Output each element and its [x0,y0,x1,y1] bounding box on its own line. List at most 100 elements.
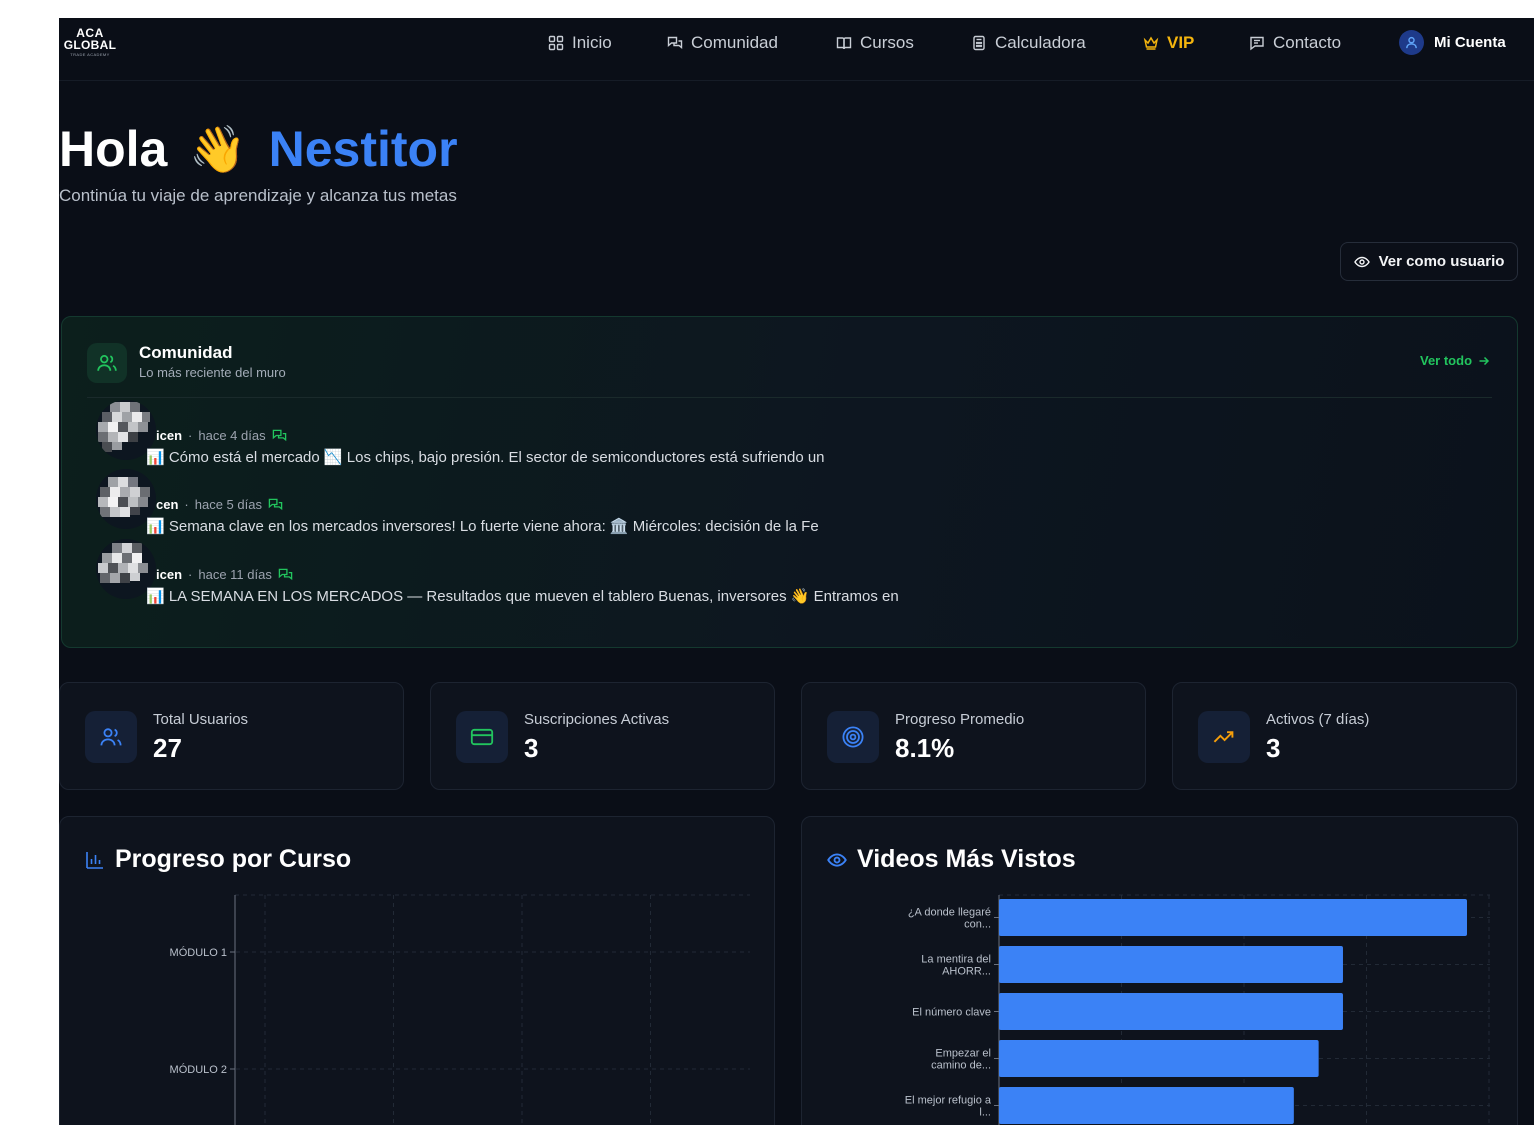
message-icon [1250,36,1264,51]
post-meta: cen · hace 5 días [156,497,283,512]
community-title: Comunidad [139,343,233,362]
page-subtitle: Continúa tu viaje de aprendizaje y alcan… [59,186,457,205]
post-author: icen [156,567,183,582]
page-title: Hola 👋 Nestitor [59,120,458,178]
stat-label: Activos (7 días) [1266,711,1370,728]
eye-icon [1353,256,1370,267]
stat-card-total-users: Total Usuarios 27 [59,682,404,790]
card-title-text: Videos Más Vistos [857,845,1076,873]
calculator-icon [973,35,985,51]
post-text: 📊 Cómo está el mercado 📉 Los chips, bajo… [146,449,825,466]
card-title: Progreso por Curso [85,845,351,874]
grid-icon [548,35,564,51]
waving-hand-icon: 👋 [189,122,247,175]
nav-item-calculadora[interactable]: Calculadora [971,32,1086,54]
nav-item-inicio[interactable]: Inicio [548,32,612,54]
book-icon [836,37,852,50]
post-text: 📊 Semana clave en los mercados inversore… [146,518,819,535]
nav-item-label: Comunidad [691,33,778,52]
eye-icon [827,852,847,867]
community-post[interactable]: icen · hace 11 días 📊 LA SEMANA EN LOS M… [96,539,1396,605]
meta-separator: · [184,497,189,512]
divider [87,397,1492,398]
user-icon [1399,29,1424,55]
y-tick-label: AHORR... [942,966,991,978]
stat-value: 3 [524,733,539,763]
view-as-user-label: Ver como usuario [1378,253,1505,270]
stat-card-active-7-days: Activos (7 días) 3 [1172,682,1517,790]
y-tick-label: camino de... [931,1060,991,1072]
crown-icon [1143,36,1159,50]
y-tick-label: El número clave [912,1007,991,1019]
view-as-user-button[interactable]: Ver como usuario [1340,242,1518,281]
post-author: cen [156,497,179,512]
y-tick-label: MÓDULO 2 [170,1063,227,1076]
logo-line3: TRADE ACADEMY [70,52,110,57]
y-tick-label: Empezar el [935,1048,991,1060]
arrow-right-icon [1479,356,1490,365]
post-meta: icen · hace 11 días [156,567,293,582]
post-author: icen [156,428,183,443]
credit-card-icon [456,711,508,763]
nav-item-comunidad[interactable]: Comunidad [667,32,778,54]
nav-item-contacto[interactable]: Contacto [1249,32,1341,54]
app-window: ACA GLOBAL TRADE ACADEMY Inicio Comunida… [59,18,1534,1125]
users-icon [85,711,137,763]
comment-icon [278,568,293,581]
y-tick-label: El mejor refugio a [905,1095,992,1107]
y-tick-label: con... [964,919,991,931]
nav-item-label: Cursos [860,33,914,52]
account-label: Mi Cuenta [1434,33,1506,51]
nav-item-vip[interactable]: VIP [1143,32,1194,54]
post-meta: icen · hace 4 días [156,428,287,443]
card-title: Videos Más Vistos [827,845,1076,874]
navbar: ACA GLOBAL TRADE ACADEMY Inicio Comunida… [59,18,1534,81]
community-subtitle: Lo más reciente del muro [139,365,286,380]
y-tick-label: La mentira del [921,954,991,966]
bar [999,1040,1319,1077]
stat-value: 3 [1266,733,1281,763]
chat-icon [667,36,683,49]
stat-value: 8.1% [895,733,955,763]
bar [999,1087,1294,1124]
greeting-text: Hola [59,121,168,177]
stat-label: Total Usuarios [153,711,249,728]
card-title-text: Progreso por Curso [115,845,352,873]
account-menu[interactable]: Mi Cuenta [1399,28,1506,56]
y-tick-label: MÓDULO 1 [170,946,227,959]
community-card: Comunidad Lo más reciente del muro Ver t… [61,316,1518,648]
meta-separator: · [188,567,193,582]
stat-label: Progreso Promedio [895,711,1025,728]
logo[interactable]: ACA GLOBAL TRADE ACADEMY [62,27,118,59]
nav-item-label: Calculadora [995,33,1086,52]
users-icon [87,343,127,383]
nav-item-label: Inicio [572,33,612,52]
bar-chart-icon [86,851,103,869]
community-post[interactable]: icen · hace 4 días 📊 Cómo está el mercad… [96,400,1396,466]
post-time: hace 11 días [198,567,272,582]
y-tick-label: l... [979,1107,991,1119]
post-text: 📊 LA SEMANA EN LOS MERCADOS — Resultados… [146,588,899,605]
target-icon [827,711,879,763]
stat-card-active-subscriptions: Suscripciones Activas 3 [430,682,775,790]
post-time: hace 5 días [194,497,262,512]
see-all-link[interactable]: Ver todo [1420,353,1490,368]
community-post[interactable]: cen · hace 5 días 📊 Semana clave en los … [96,469,1396,535]
nav-item-cursos[interactable]: Cursos [836,32,914,54]
most-viewed-videos-card: ¿A donde llegaré con... La mentira del AHOR… [801,816,1518,1125]
bar [999,946,1343,983]
comment-icon [268,498,283,511]
bar [999,899,1467,936]
y-tick-label: ¿A donde llegaré [908,907,991,919]
comment-icon [272,429,286,442]
see-all-label: Ver todo [1420,353,1473,368]
logo-line2: GLOBAL [63,38,117,52]
stat-label: Suscripciones Activas [524,711,670,728]
post-time: hace 4 días [198,428,266,443]
trending-up-icon [1198,711,1250,763]
user-name: Nestitor [268,121,458,177]
bar [999,993,1343,1030]
meta-separator: · [188,428,193,443]
stat-value: 27 [153,733,182,763]
progress-by-course-card: MÓDULO 1 MÓDULO 2 Progreso por Curso [59,816,775,1125]
